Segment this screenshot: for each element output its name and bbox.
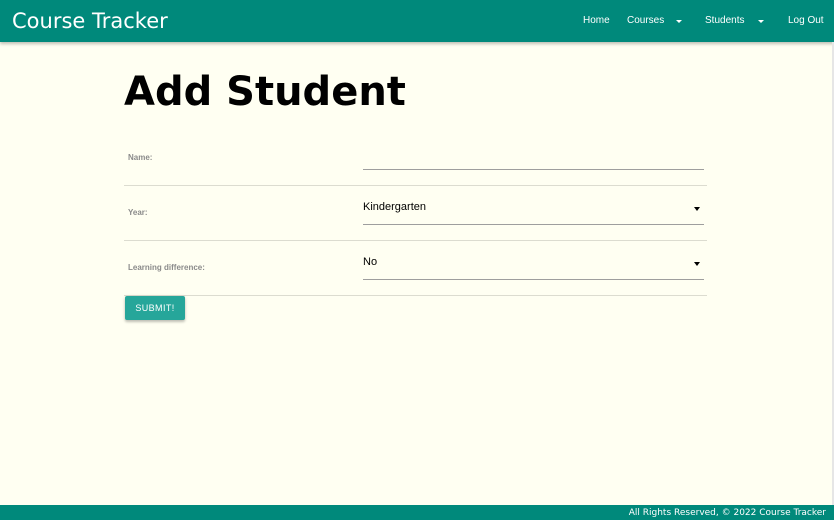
- row-divider: [124, 185, 707, 186]
- row-divider: [124, 240, 707, 241]
- learning-difference-select[interactable]: No: [363, 252, 704, 280]
- year-select-value: Kindergarten: [363, 201, 426, 213]
- nav-students[interactable]: Students: [705, 14, 744, 28]
- students-dropdown-caret-icon[interactable]: [758, 20, 764, 23]
- learning-difference-label: Learning difference:: [128, 263, 205, 272]
- nav-logout[interactable]: Log Out: [788, 14, 824, 28]
- footer-copyright: All Rights Reserved, © 2022 Course Track…: [628, 508, 826, 518]
- submit-button[interactable]: SUBMIT!: [125, 296, 185, 320]
- top-navbar: Course Tracker Home Courses Students Log…: [0, 0, 834, 42]
- year-select[interactable]: Kindergarten: [363, 197, 704, 225]
- year-dropdown-caret-icon: [694, 207, 700, 211]
- learning-difference-dropdown-caret-icon: [694, 262, 700, 266]
- courses-dropdown-caret-icon[interactable]: [676, 20, 682, 23]
- name-input[interactable]: [363, 146, 704, 170]
- page-title: Add Student: [124, 69, 406, 115]
- footer: All Rights Reserved, © 2022 Course Track…: [0, 505, 834, 520]
- name-label: Name:: [128, 153, 153, 162]
- brand-logo[interactable]: Course Tracker: [12, 8, 168, 34]
- row-divider: [124, 295, 707, 296]
- nav-courses[interactable]: Courses: [627, 14, 664, 28]
- year-label: Year:: [128, 208, 148, 217]
- learning-difference-select-value: No: [363, 256, 378, 268]
- nav-home[interactable]: Home: [583, 14, 610, 28]
